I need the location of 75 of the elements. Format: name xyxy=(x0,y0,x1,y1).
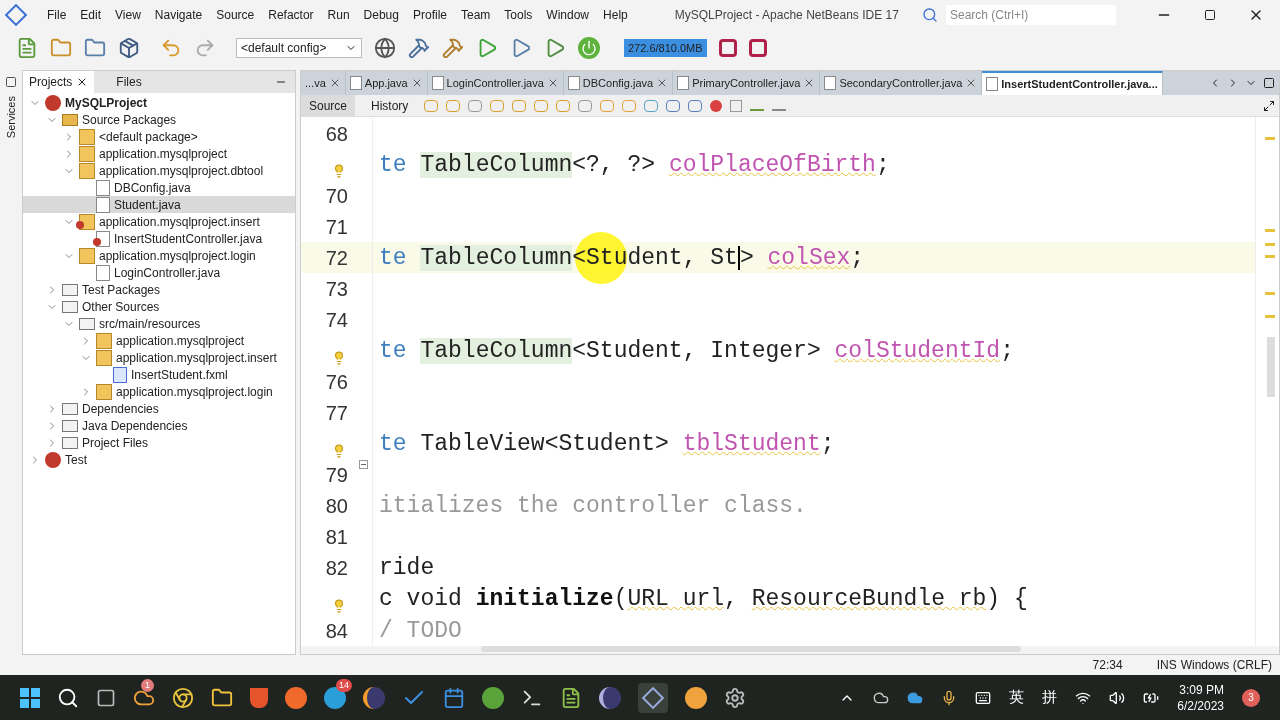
tree-item[interactable]: Test xyxy=(23,451,295,468)
line-number: 80 xyxy=(325,494,348,520)
menu-item[interactable]: Window xyxy=(539,6,597,24)
window-title: MySQLProject - Apache NetBeans IDE 17 xyxy=(674,7,899,24)
line-number: 77 xyxy=(325,401,348,427)
tree-item[interactable]: application.mysqlproject xyxy=(23,332,295,349)
line-number: 71 xyxy=(325,214,348,240)
tree-item[interactable]: InsertStudent.fxml xyxy=(23,366,295,383)
search-field[interactable]: Search (Ctrl+I) xyxy=(946,5,1116,25)
line-number: 76 xyxy=(325,370,348,396)
line-number: 82 xyxy=(325,556,348,582)
code-line: c void initialize(URL url, ResourceBundle rb) { xyxy=(379,585,1028,614)
line-number: 70 xyxy=(325,183,348,209)
menu-item[interactable]: Refactor xyxy=(261,6,321,24)
clock-time[interactable]: 3:09 PM xyxy=(1179,681,1224,698)
panel-tab[interactable]: Files xyxy=(110,71,148,93)
notification-badge: 14 xyxy=(336,678,352,692)
line-number: 72 xyxy=(325,245,348,271)
input-method[interactable]: 英 xyxy=(1009,686,1025,709)
editor-mode-tab[interactable]: Source xyxy=(301,95,356,116)
menu-item[interactable]: Navigate xyxy=(147,6,210,24)
tree-item[interactable]: Test Packages xyxy=(23,281,295,298)
menu-item[interactable]: Tools xyxy=(497,6,540,24)
notification-badge: 1 xyxy=(141,678,154,692)
code-line: te TableColumn<Student, Integer> colStudentId; xyxy=(379,336,1014,365)
code-line: ride xyxy=(379,554,435,583)
code-line: / TODO xyxy=(379,616,462,645)
menu-item[interactable]: View xyxy=(108,6,148,24)
tree-item[interactable]: application.mysqlproject.dbtool xyxy=(23,162,295,179)
services-tab[interactable]: Services xyxy=(2,96,20,139)
tree-item[interactable]: application.mysqlproject xyxy=(23,145,295,162)
tree-item[interactable]: Other Sources xyxy=(23,298,295,315)
tree-item[interactable]: Project Files xyxy=(23,434,295,451)
tree-item[interactable]: LoginController.java xyxy=(23,264,295,281)
line-number: 68 xyxy=(325,121,348,147)
panel-tab[interactable]: Projects xyxy=(23,71,95,93)
notification-badge[interactable]: 3 xyxy=(1242,688,1260,707)
editor-mode-tab[interactable]: History xyxy=(363,95,417,116)
menu-item[interactable]: Team xyxy=(454,6,498,24)
tree-item[interactable]: Dependencies xyxy=(23,400,295,417)
config-dropdown[interactable]: <default config> xyxy=(236,38,362,58)
insert-mode: INS xyxy=(1156,657,1177,674)
caret-position: 72:34 xyxy=(1092,657,1123,674)
line-number: 84 xyxy=(325,618,348,644)
menu-item[interactable]: Profile xyxy=(406,6,454,24)
memory-meter[interactable]: 272.6/810.0MB xyxy=(624,39,707,57)
line-endings: Windows (CRLF) xyxy=(1180,657,1272,674)
tree-item[interactable]: src/main/resources xyxy=(23,315,295,332)
code-line: itializes the controller class. xyxy=(379,492,807,521)
menu-item[interactable]: Run xyxy=(320,6,357,24)
line-number: 81 xyxy=(325,525,348,551)
tree-item[interactable]: DBConfig.java xyxy=(23,179,295,196)
tree-item[interactable]: application.mysqlproject.login xyxy=(23,383,295,400)
tree-item[interactable]: application.mysqlproject.insert xyxy=(23,349,295,366)
code-line: te TableColumn<?, ?> colPlaceOfBirth; xyxy=(379,150,890,179)
menu-item[interactable]: Edit xyxy=(73,6,109,24)
menu-item[interactable]: Help xyxy=(596,6,635,24)
tree-item[interactable]: Source Packages xyxy=(23,111,295,128)
tree-item[interactable]: application.mysqlproject.login xyxy=(23,247,295,264)
input-method[interactable]: 拼 xyxy=(1042,686,1058,709)
tree-item[interactable]: MySQLProject xyxy=(23,94,295,111)
code-line: te TableView<Student> tblStudent; xyxy=(379,430,835,459)
tree-item[interactable]: Student.java xyxy=(23,196,295,213)
tree-item[interactable]: Java Dependencies xyxy=(23,417,295,434)
tree-item[interactable]: <default package> xyxy=(23,128,295,145)
menu-item[interactable]: Debug xyxy=(356,6,406,24)
line-number: 74 xyxy=(325,307,348,333)
tree-item[interactable]: application.mysqlproject.insert xyxy=(23,213,295,230)
line-number: 73 xyxy=(325,276,348,302)
editor-tab[interactable]: InsertStudentController.java... xyxy=(982,71,1163,95)
menu-item[interactable]: Source xyxy=(209,6,262,24)
menu-item[interactable]: File xyxy=(40,6,74,24)
tree-item[interactable]: InsertStudentController.java xyxy=(23,230,295,247)
clock-date[interactable]: 6/2/2023 xyxy=(1177,697,1224,714)
line-number: 79 xyxy=(325,463,348,489)
